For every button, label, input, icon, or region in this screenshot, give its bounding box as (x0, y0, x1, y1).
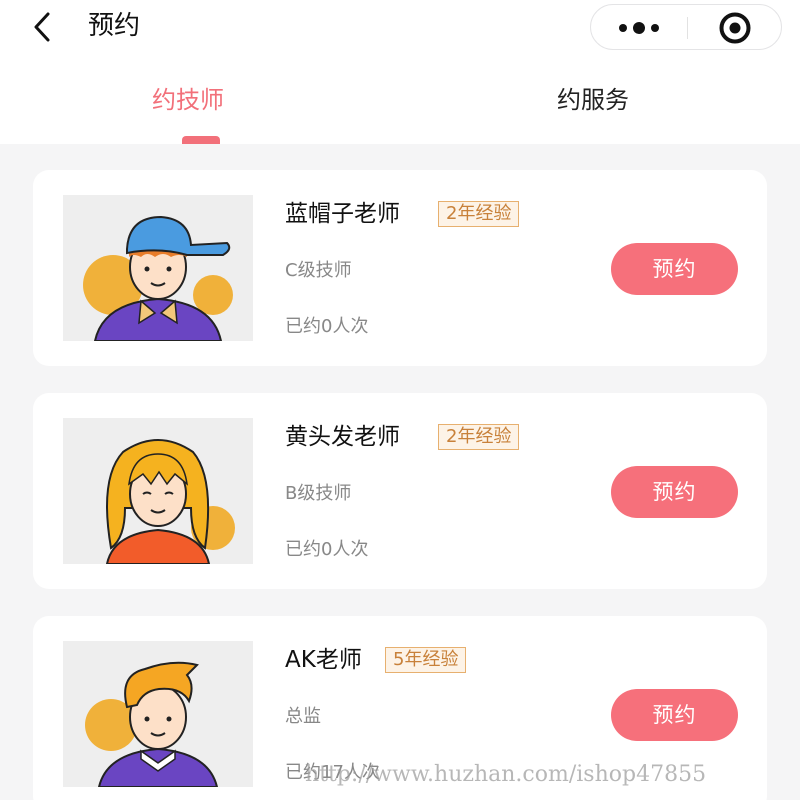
technician-level: C级技师 (285, 260, 352, 281)
page-title: 预约 (88, 11, 141, 41)
capsule-divider (687, 17, 688, 39)
boy-orange-quiff-avatar (85, 661, 219, 787)
mini-program-capsule (590, 4, 782, 50)
chevron-left-icon[interactable] (28, 10, 58, 44)
booked-count: 已约0人次 (285, 539, 369, 560)
technician-name: 蓝帽子老师 (285, 201, 400, 227)
experience-badge: 2年经验 (438, 201, 520, 227)
active-tab-indicator (182, 136, 220, 144)
technician-level: B级技师 (285, 483, 352, 504)
technician-name: AK老师 (285, 647, 362, 673)
technician-level: 总监 (285, 706, 321, 727)
booked-count: 已约0人次 (285, 316, 369, 337)
avatar (63, 641, 253, 787)
technician-card[interactable]: 黄头发老师 2年经验 B级技师 已约0人次 预约 (33, 393, 767, 589)
experience-badge: 2年经验 (438, 424, 520, 450)
experience-badge: 5年经验 (385, 647, 467, 673)
avatar (63, 195, 253, 341)
tab-book-technician[interactable]: 约技师 (152, 84, 224, 116)
book-button[interactable]: 预约 (611, 243, 738, 295)
technician-name: 黄头发老师 (285, 424, 400, 450)
target-icon[interactable] (718, 11, 752, 45)
nav-bar: 预约 (0, 0, 800, 62)
book-button[interactable]: 预约 (611, 689, 738, 741)
boy-blue-cap-avatar (83, 215, 233, 341)
tab-bar: 约技师 约服务 (0, 62, 800, 144)
technician-card[interactable]: 蓝帽子老师 2年经验 C级技师 已约0人次 预约 (33, 170, 767, 366)
watermark-text: http://www.huzhan.com/ishop47855 (305, 762, 707, 787)
avatar (63, 418, 253, 564)
girl-yellow-hair-avatar (105, 439, 235, 564)
book-button[interactable]: 预约 (611, 466, 738, 518)
tab-book-service[interactable]: 约服务 (557, 84, 629, 116)
more-dots-icon[interactable] (617, 18, 661, 38)
